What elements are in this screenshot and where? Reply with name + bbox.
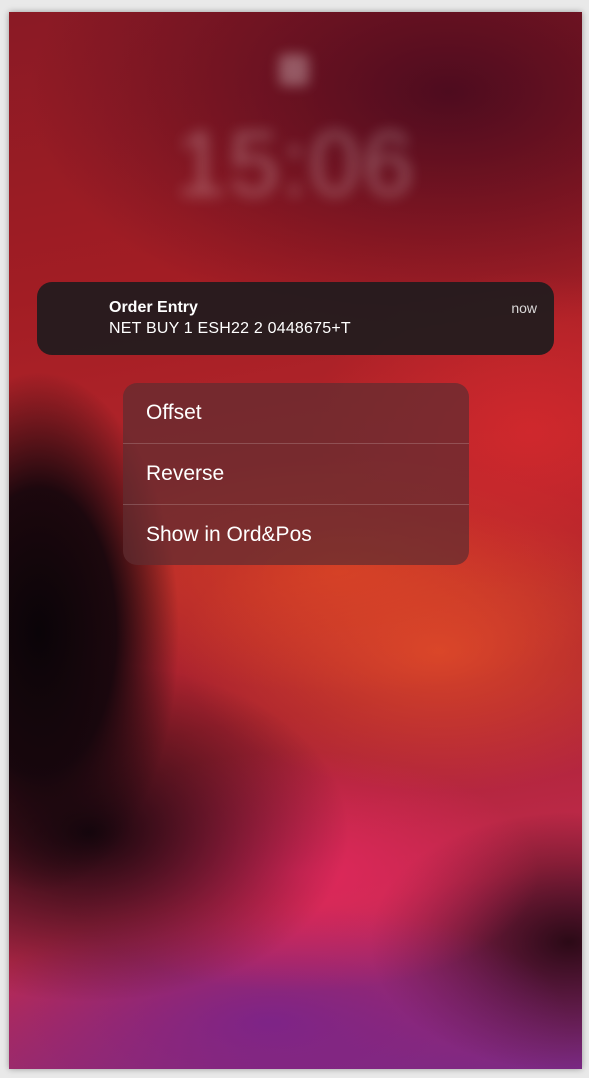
notification-body: NET BUY 1 ESH22 2 0448675+T	[109, 320, 351, 337]
show-in-ord-pos-action[interactable]: Show in Ord&Pos	[123, 504, 469, 565]
notification-title: Order Entry	[109, 299, 198, 316]
notification-action-menu: Offset Reverse Show in Ord&Pos	[123, 383, 469, 565]
reverse-action[interactable]: Reverse	[123, 443, 469, 504]
lock-icon	[279, 54, 309, 86]
notification-time: now	[511, 300, 537, 316]
phone-screen: 15:06 Order Entry NET BUY 1 ESH22 2 0448…	[9, 12, 582, 1069]
order-entry-notification[interactable]: Order Entry NET BUY 1 ESH22 2 0448675+T …	[37, 282, 554, 355]
lock-screen-clock: 15:06	[175, 113, 416, 215]
offset-action[interactable]: Offset	[123, 383, 469, 443]
app-icon	[61, 304, 89, 332]
